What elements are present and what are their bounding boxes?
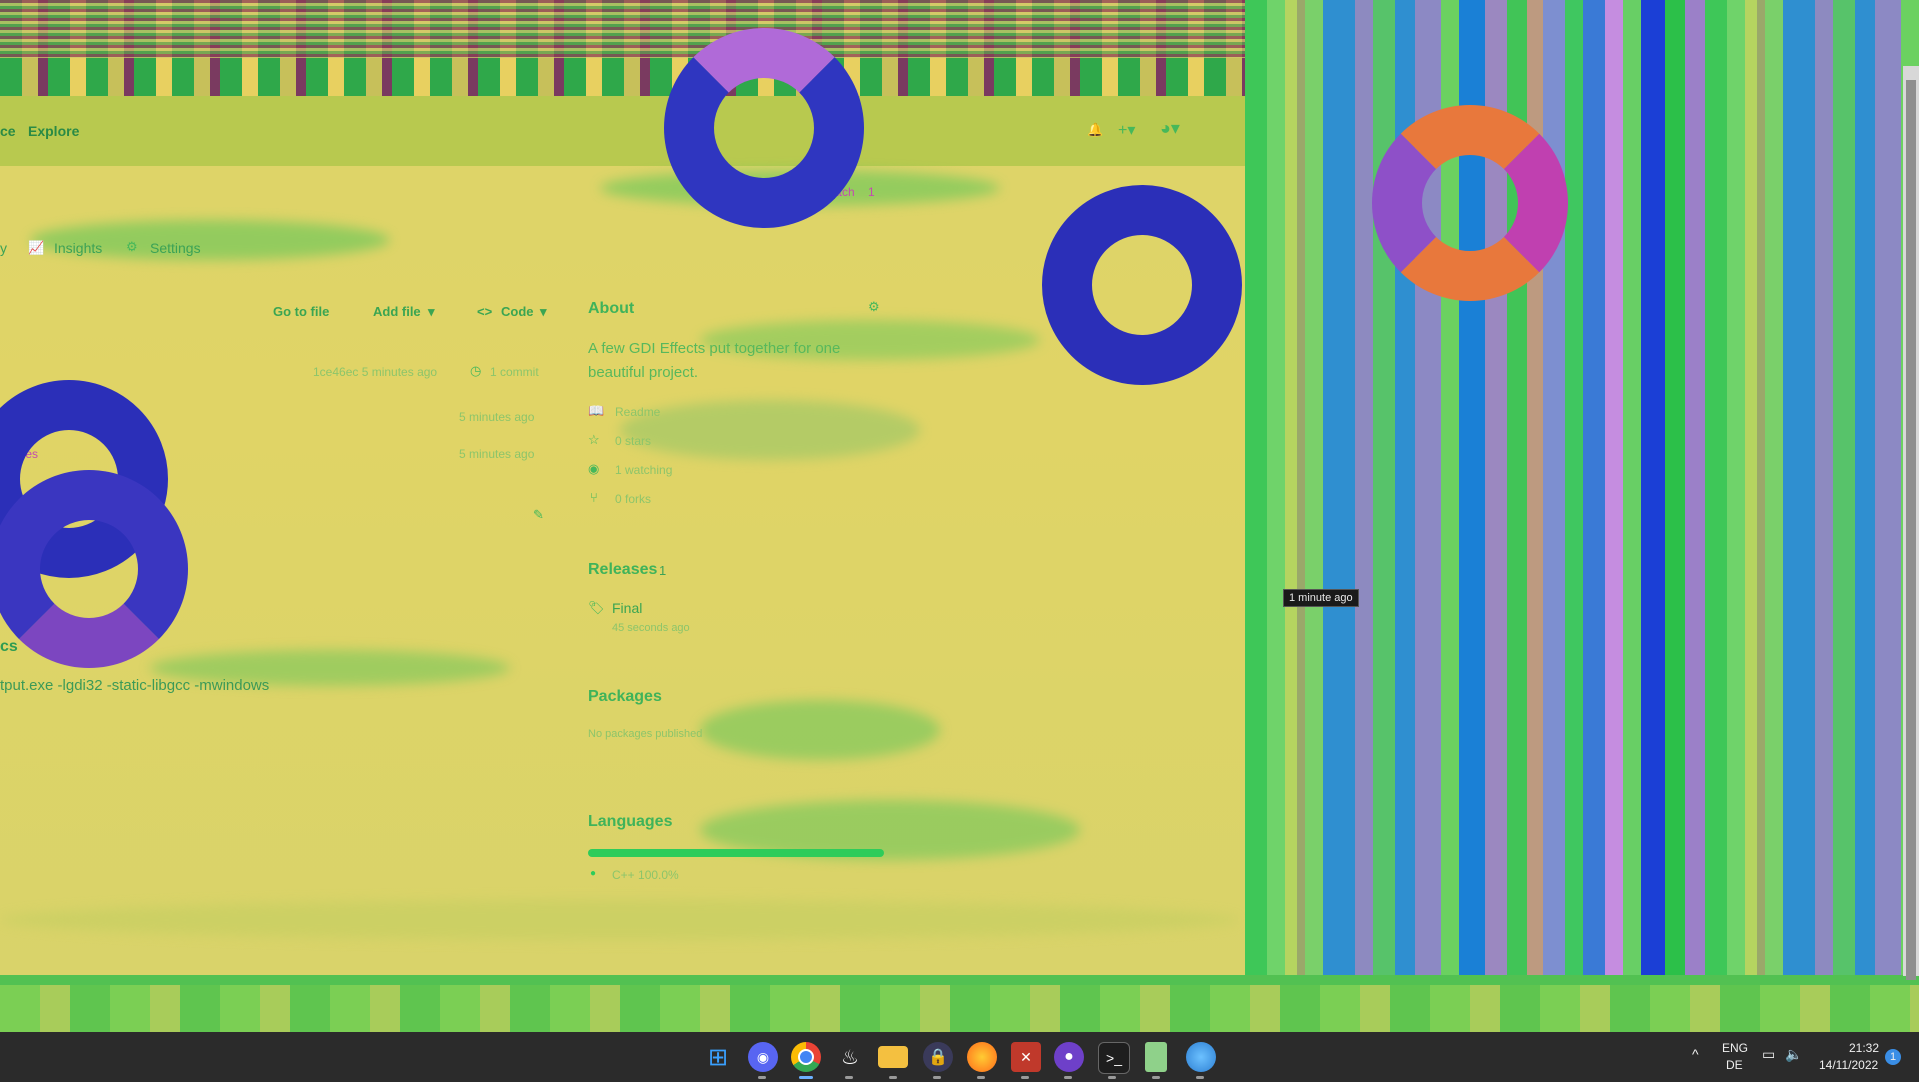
release-time: 45 seconds ago (612, 622, 690, 634)
volume-icon[interactable]: 🔈 (1785, 1046, 1802, 1063)
password-manager-icon[interactable]: 🔒 (923, 1042, 953, 1072)
tab-insights[interactable]: Insights (54, 240, 102, 256)
notepad-icon[interactable] (1145, 1042, 1167, 1072)
commit-count[interactable]: 1 commit (490, 365, 539, 379)
tab-settings[interactable]: Settings (150, 240, 201, 256)
fork-icon: ⑂ (590, 490, 598, 505)
chevron-up-icon[interactable]: ^ (1692, 1046, 1699, 1062)
glitch-ring (1042, 185, 1242, 385)
about-stars[interactable]: 0 stars (615, 434, 651, 448)
glitched-bottom-band (0, 975, 1919, 1032)
file-explorer-icon[interactable] (878, 1046, 908, 1068)
running-indicator (1064, 1076, 1072, 1079)
glitch-smear (700, 700, 940, 760)
chrome-icon[interactable] (791, 1042, 821, 1072)
running-indicator (845, 1076, 853, 1079)
gear-icon: ⚙ (126, 239, 138, 254)
about-description-line2: beautiful project. (588, 364, 699, 381)
running-indicator (933, 1076, 941, 1079)
about-forks[interactable]: 0 forks (615, 492, 651, 506)
chevron-down-icon: ▾ (540, 304, 547, 319)
language-dot-icon: ● (590, 868, 597, 879)
running-indicator (1196, 1076, 1204, 1079)
eye-icon: ◉ (588, 461, 600, 476)
input-language-bottom[interactable]: DE (1726, 1058, 1743, 1072)
go-to-file-button[interactable]: Go to file (273, 304, 329, 319)
glitched-screen (0, 0, 1919, 1032)
bell-icon[interactable]: 🔔 (1087, 122, 1103, 138)
about-watching[interactable]: 1 watching (615, 463, 672, 477)
steam-icon[interactable]: ♨ (835, 1042, 865, 1072)
clock-date[interactable]: 14/11/2022 (1819, 1058, 1878, 1072)
running-indicator (758, 1076, 766, 1079)
active-indicator (799, 1076, 813, 1079)
packages-heading[interactable]: Packages (588, 688, 662, 706)
tab-partial[interactable]: y (0, 240, 7, 256)
packages-empty: No packages published (588, 728, 703, 740)
github-desktop-icon[interactable]: ● (1054, 1042, 1084, 1072)
about-heading: About (588, 300, 635, 317)
code-icon: <> (477, 304, 493, 319)
book-icon: 📖 (588, 403, 605, 418)
file-row-time: 5 minutes ago (459, 447, 535, 461)
about-readme-link[interactable]: Readme (615, 405, 660, 419)
discord-icon[interactable]: ◉ (748, 1042, 778, 1072)
windows-start-icon[interactable]: ⊞ (703, 1042, 733, 1072)
about-description-line1: A few GDI Effects put together for one (588, 340, 841, 357)
running-indicator (1021, 1076, 1029, 1079)
nav-partial-marketplace[interactable]: ce (0, 123, 16, 139)
chevron-down-icon: ▾ (428, 304, 435, 319)
glitch-smear (0, 900, 1240, 940)
tag-icon: 🏷 (588, 600, 605, 615)
input-language-top[interactable]: ENG (1722, 1041, 1748, 1055)
code-button[interactable]: Code (501, 304, 534, 319)
file-row-time: 5 minutes ago (459, 410, 535, 424)
language-bar (588, 849, 884, 857)
add-file-button[interactable]: Add file (373, 304, 421, 319)
readme-command: tput.exe -lgdi32 -static-libgcc -mwindow… (0, 677, 270, 694)
plus-dropdown-icon[interactable]: +▾ (1118, 120, 1135, 140)
timestamp-tooltip: 1 minute ago (1283, 589, 1359, 607)
glitch-smear (620, 400, 920, 460)
terminal-icon[interactable]: >_ (1098, 1042, 1130, 1074)
pencil-icon[interactable]: ✎ (533, 507, 544, 523)
globe-app-icon[interactable] (1186, 1042, 1216, 1072)
network-icon[interactable]: ▭ (1762, 1046, 1775, 1063)
glitch-ring (1372, 105, 1568, 301)
history-icon: ◷ (470, 363, 482, 378)
releases-heading[interactable]: Releases (588, 561, 657, 579)
firefox-icon[interactable] (967, 1042, 997, 1072)
clock-time[interactable]: 21:32 (1849, 1041, 1879, 1055)
running-indicator (1152, 1076, 1160, 1079)
glitch-ring (664, 28, 864, 228)
gear-icon[interactable]: ⚙ (868, 299, 880, 315)
nav-explore[interactable]: Explore (28, 123, 79, 139)
notification-badge[interactable]: 1 (1885, 1049, 1901, 1065)
latest-commit-info[interactable]: 1ce46ec 5 minutes ago (313, 365, 437, 379)
running-indicator (1108, 1076, 1116, 1079)
glitched-vertical-stripes (1245, 0, 1919, 1032)
browser-scrollbar[interactable] (1903, 66, 1919, 980)
star-icon: ☆ (588, 432, 600, 447)
windows-taskbar: ⊞ ◉ ♨ 🔒 ✕ ● >_ ^ ENG DE ▭ 🔈 21:32 14/11/… (0, 1032, 1919, 1082)
watch-count: 1 (868, 185, 875, 199)
running-indicator (977, 1076, 985, 1079)
red-app-icon[interactable]: ✕ (1011, 1042, 1041, 1072)
language-entry[interactable]: C++ 100.0% (612, 868, 679, 882)
readme-partial-heading: cs (0, 638, 18, 655)
running-indicator (889, 1076, 897, 1079)
release-name[interactable]: Final (612, 600, 642, 616)
avatar-icon[interactable]: ◕▾ (1160, 118, 1180, 139)
scrollbar-thumb[interactable] (1906, 80, 1916, 980)
languages-heading: Languages (588, 813, 673, 830)
graph-icon: 📈 (28, 240, 45, 255)
releases-count: 1 (659, 563, 667, 578)
